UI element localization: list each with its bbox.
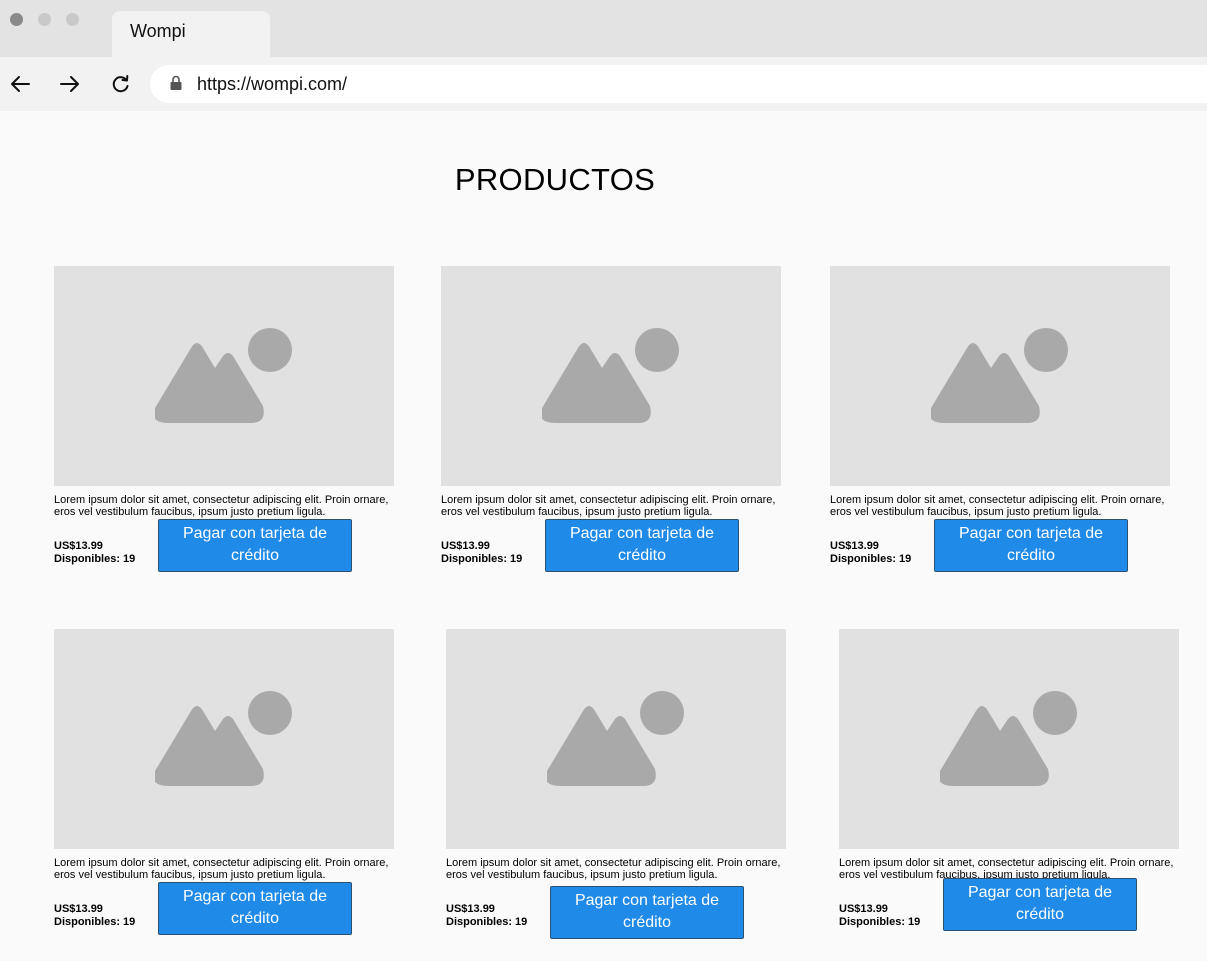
image-placeholder-icon <box>542 328 679 423</box>
image-placeholder-icon <box>931 328 1068 423</box>
product-stock: Disponibles: 19 <box>839 916 921 928</box>
pay-with-credit-card-button[interactable]: Pagar con tarjeta de crédito <box>943 878 1137 931</box>
product-image <box>54 629 394 849</box>
product-price: US$13.99 <box>441 540 490 552</box>
pay-with-credit-card-button[interactable]: Pagar con tarjeta de crédito <box>545 519 739 572</box>
product-description: Lorem ipsum dolor sit amet, consectetur … <box>446 857 781 881</box>
product-card: Lorem ipsum dolor sit amet, consectetur … <box>54 266 394 574</box>
product-card: Lorem ipsum dolor sit amet, consectetur … <box>54 629 394 937</box>
product-card: Lorem ipsum dolor sit amet, consectetur … <box>441 266 781 574</box>
product-description: Lorem ipsum dolor sit amet, consectetur … <box>441 494 776 518</box>
lock-icon <box>170 75 182 90</box>
product-price: US$13.99 <box>446 903 495 915</box>
image-placeholder-icon <box>155 691 292 786</box>
product-description: Lorem ipsum dolor sit amet, consectetur … <box>54 494 389 518</box>
forward-button[interactable] <box>55 57 85 111</box>
product-meta: US$13.99 Disponibles: 19 Pagar con tarje… <box>54 518 394 574</box>
product-description: Lorem ipsum dolor sit amet, consectetur … <box>54 857 389 881</box>
arrow-right-icon <box>60 76 79 92</box>
page-title: PRODUCTOS <box>454 162 656 197</box>
product-card: Lorem ipsum dolor sit amet, consectetur … <box>839 629 1179 937</box>
image-placeholder-icon <box>940 691 1077 786</box>
address-bar[interactable]: https://wompi.com/ <box>150 65 1207 103</box>
arrow-left-icon <box>11 76 30 92</box>
product-image <box>839 629 1179 849</box>
pay-with-credit-card-button[interactable]: Pagar con tarjeta de crédito <box>158 882 352 935</box>
product-meta: US$13.99 Disponibles: 19 Pagar con tarje… <box>446 881 786 939</box>
pay-with-credit-card-button[interactable]: Pagar con tarjeta de crédito <box>934 519 1128 572</box>
pay-with-credit-card-button[interactable]: Pagar con tarjeta de crédito <box>550 886 744 939</box>
image-placeholder-icon <box>547 691 684 786</box>
product-image <box>441 266 781 486</box>
image-placeholder-icon <box>155 328 292 423</box>
browser-toolbar: https://wompi.com/ <box>0 57 1207 111</box>
minimize-window-button[interactable] <box>38 13 51 26</box>
close-window-button[interactable] <box>10 13 23 26</box>
reload-icon <box>112 75 129 93</box>
browser-tab-bar: Wompi <box>0 0 1207 57</box>
product-price: US$13.99 <box>54 540 103 552</box>
reload-button[interactable] <box>106 57 136 111</box>
product-stock: Disponibles: 19 <box>830 553 912 565</box>
product-card: Lorem ipsum dolor sit amet, consectetur … <box>830 266 1170 574</box>
browser-tab[interactable]: Wompi <box>112 11 270 57</box>
product-image <box>54 266 394 486</box>
product-stock: Disponibles: 19 <box>54 553 136 565</box>
product-image <box>446 629 786 849</box>
product-stock: Disponibles: 19 <box>54 916 136 928</box>
product-meta: US$13.99 Disponibles: 19 Pagar con tarje… <box>830 518 1170 574</box>
back-button[interactable] <box>5 57 35 111</box>
zoom-window-button[interactable] <box>66 13 79 26</box>
product-price: US$13.99 <box>54 903 103 915</box>
product-meta: US$13.99 Disponibles: 19 Pagar con tarje… <box>441 518 781 574</box>
product-image <box>830 266 1170 486</box>
product-meta: US$13.99 Disponibles: 19 Pagar con tarje… <box>54 881 394 937</box>
product-price: US$13.99 <box>830 540 879 552</box>
product-card: Lorem ipsum dolor sit amet, consectetur … <box>446 629 786 939</box>
product-meta: US$13.99 Disponibles: 19 Pagar con tarje… <box>839 878 1179 937</box>
product-description: Lorem ipsum dolor sit amet, consectetur … <box>830 494 1165 518</box>
product-stock: Disponibles: 19 <box>441 553 523 565</box>
browser-tab-title: Wompi <box>130 21 186 41</box>
url-text: https://wompi.com/ <box>197 74 348 94</box>
pay-with-credit-card-button[interactable]: Pagar con tarjeta de crédito <box>158 519 352 572</box>
product-price: US$13.99 <box>839 903 888 915</box>
product-stock: Disponibles: 19 <box>446 916 528 928</box>
